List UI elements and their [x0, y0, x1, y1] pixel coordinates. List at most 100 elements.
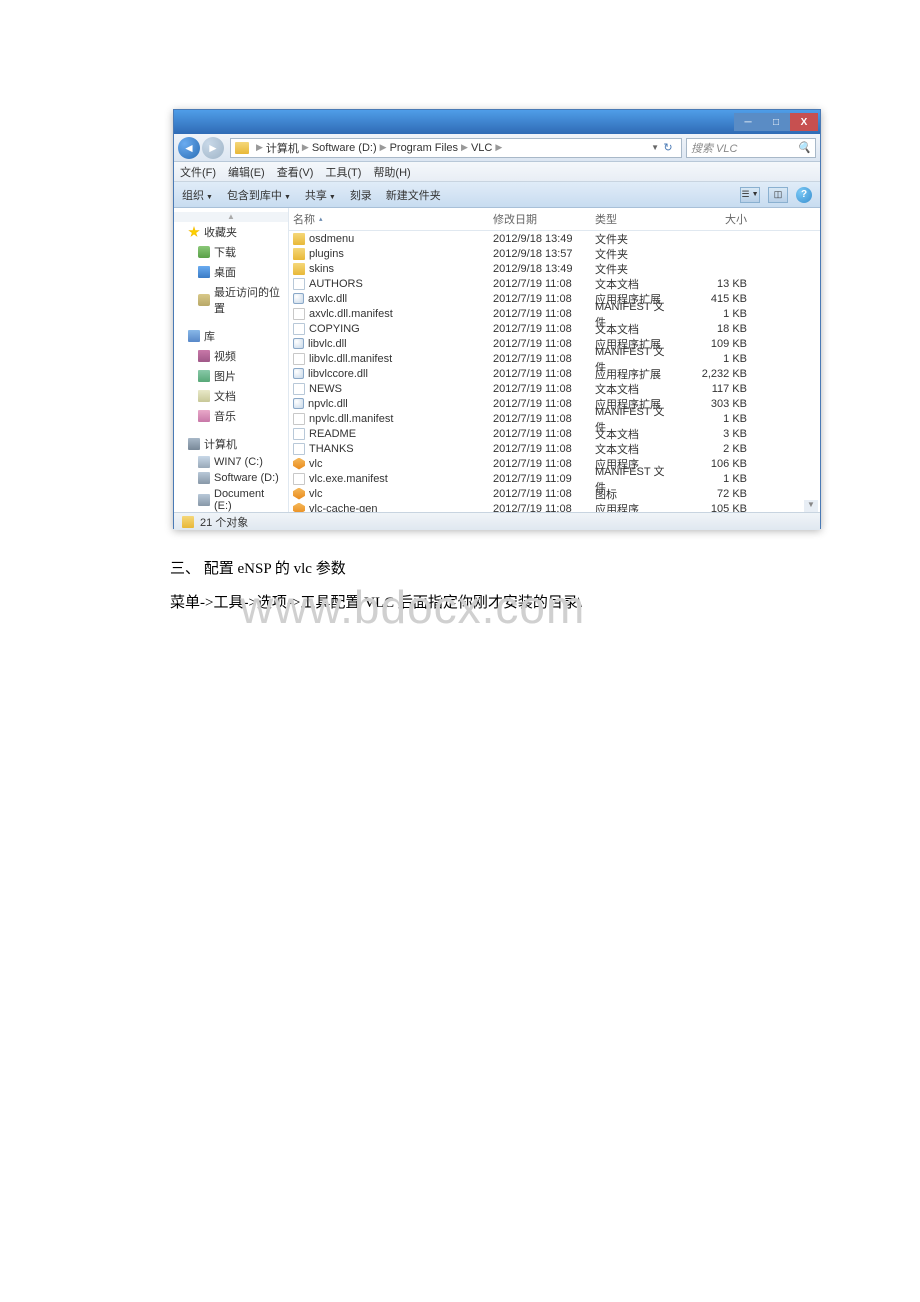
titlebar[interactable]: ─ □ X: [174, 110, 820, 134]
file-name: vlc: [309, 488, 322, 500]
file-row[interactable]: npvlc.dll.manifest2012/7/19 11:08MANIFES…: [289, 411, 820, 426]
sidebar-documents[interactable]: 文档: [174, 386, 288, 406]
file-row[interactable]: skins2012/9/18 13:49文件夹: [289, 261, 820, 276]
minimize-button[interactable]: ─: [734, 113, 762, 131]
file-icon: [293, 368, 304, 379]
file-type: 文件夹: [591, 231, 679, 247]
menu-file[interactable]: 文件(F): [180, 164, 216, 180]
search-placeholder: 搜索 VLC: [691, 140, 737, 156]
file-row[interactable]: libvlccore.dll2012/7/19 11:08应用程序扩展2,232…: [289, 366, 820, 381]
file-row[interactable]: vlc-cache-gen2012/7/19 11:08应用程序105 KB: [289, 501, 820, 512]
drive-icon: [198, 472, 210, 484]
statusbar: 21 个对象: [174, 512, 820, 530]
file-row[interactable]: NEWS2012/7/19 11:08文本文档117 KB: [289, 381, 820, 396]
sidebar-recent[interactable]: 最近访问的位置: [174, 282, 288, 318]
header-name[interactable]: 名称▴: [289, 211, 489, 227]
document-icon: [198, 390, 210, 402]
sidebar-downloads[interactable]: 下载: [174, 242, 288, 262]
forward-button[interactable]: ►: [202, 137, 224, 159]
file-size: 1 KB: [679, 353, 751, 365]
sidebar-videos[interactable]: 视频: [174, 346, 288, 366]
sidebar-desktop[interactable]: 桌面: [174, 262, 288, 282]
recent-icon: [198, 294, 210, 306]
library-icon: [188, 330, 200, 342]
file-icon: [293, 248, 305, 260]
organize-button[interactable]: 组织▼: [182, 187, 213, 203]
sidebar-libraries[interactable]: 库: [174, 326, 288, 346]
file-type: 文件夹: [591, 246, 679, 262]
file-size: 3 KB: [679, 428, 751, 440]
header-type[interactable]: 类型: [591, 211, 679, 227]
file-icon: [293, 443, 305, 455]
file-icon: [293, 413, 305, 425]
file-name: README: [309, 428, 356, 440]
sidebar-drive-c[interactable]: WIN7 (C:): [174, 454, 288, 470]
file-size: 106 KB: [679, 458, 751, 470]
scroll-down-icon[interactable]: ▼: [804, 500, 818, 512]
file-row[interactable]: axvlc.dll.manifest2012/7/19 11:08MANIFES…: [289, 306, 820, 321]
back-button[interactable]: ◄: [178, 137, 200, 159]
doc-heading: 三、 配置 eNSP 的 vlc 参数: [170, 557, 346, 578]
close-button[interactable]: X: [790, 113, 818, 131]
header-date[interactable]: 修改日期: [489, 211, 591, 227]
view-options-button[interactable]: ☰▼: [740, 187, 760, 203]
file-row[interactable]: libvlc.dll.manifest2012/7/19 11:08MANIFE…: [289, 351, 820, 366]
include-button[interactable]: 包含到库中▼: [227, 187, 291, 203]
search-input[interactable]: 搜索 VLC 🔍: [686, 138, 816, 158]
sort-indicator-icon: ▴: [319, 215, 323, 223]
file-icon: [293, 353, 305, 365]
file-row[interactable]: vlc.exe.manifest2012/7/19 11:09MANIFEST …: [289, 471, 820, 486]
breadcrumb[interactable]: ▶ 计算机 ▶ Software (D:) ▶ Program Files ▶ …: [230, 138, 682, 158]
file-size: 13 KB: [679, 278, 751, 290]
file-date: 2012/9/18 13:49: [489, 233, 591, 245]
menu-help[interactable]: 帮助(H): [373, 164, 410, 180]
maximize-button[interactable]: □: [762, 113, 790, 131]
file-date: 2012/7/19 11:08: [489, 428, 591, 440]
breadcrumb-item[interactable]: 计算机: [266, 140, 299, 156]
search-icon: 🔍: [797, 141, 811, 154]
breadcrumb-item[interactable]: VLC: [471, 142, 492, 154]
breadcrumb-item[interactable]: Program Files: [390, 142, 458, 154]
file-row[interactable]: npvlc.dll2012/7/19 11:08应用程序扩展303 KB: [289, 396, 820, 411]
file-icon: [293, 473, 305, 485]
file-size: 303 KB: [679, 398, 751, 410]
file-row[interactable]: README2012/7/19 11:08文本文档3 KB: [289, 426, 820, 441]
share-button[interactable]: 共享▼: [305, 187, 336, 203]
header-size[interactable]: 大小: [679, 211, 751, 227]
chevron-down-icon[interactable]: ▼: [651, 143, 659, 152]
file-row[interactable]: plugins2012/9/18 13:57文件夹: [289, 246, 820, 261]
newfolder-button[interactable]: 新建文件夹: [386, 187, 441, 203]
file-row[interactable]: axvlc.dll2012/7/19 11:08应用程序扩展415 KB: [289, 291, 820, 306]
file-row[interactable]: COPYING2012/7/19 11:08文本文档18 KB: [289, 321, 820, 336]
file-row[interactable]: libvlc.dll2012/7/19 11:08应用程序扩展109 KB: [289, 336, 820, 351]
sidebar-pictures[interactable]: 图片: [174, 366, 288, 386]
file-type: 文件夹: [591, 261, 679, 277]
file-icon: [293, 383, 305, 395]
sidebar-computer[interactable]: 计算机: [174, 434, 288, 454]
help-icon[interactable]: ?: [796, 187, 812, 203]
download-icon: [198, 246, 210, 258]
chevron-right-icon: ▶: [495, 142, 502, 153]
scroll-up-icon[interactable]: ▲: [174, 212, 288, 222]
refresh-icon[interactable]: ↻: [659, 139, 677, 157]
menu-edit[interactable]: 编辑(E): [228, 164, 265, 180]
file-row[interactable]: vlc2012/7/19 11:08应用程序106 KB: [289, 456, 820, 471]
burn-button[interactable]: 刻录: [350, 187, 372, 203]
file-row[interactable]: AUTHORS2012/7/19 11:08文本文档13 KB: [289, 276, 820, 291]
file-date: 2012/7/19 11:08: [489, 368, 591, 380]
sidebar-drive-e[interactable]: Document (E:): [174, 486, 288, 512]
file-name: vlc-cache-gen: [309, 503, 377, 513]
file-row[interactable]: vlc2012/7/19 11:08图标72 KB: [289, 486, 820, 501]
sidebar-favorites[interactable]: 收藏夹: [174, 222, 288, 242]
menu-view[interactable]: 查看(V): [277, 164, 314, 180]
file-row[interactable]: THANKS2012/7/19 11:08文本文档2 KB: [289, 441, 820, 456]
chevron-right-icon: ▶: [302, 142, 309, 153]
breadcrumb-item[interactable]: Software (D:): [312, 142, 377, 154]
sidebar-drive-d[interactable]: Software (D:): [174, 470, 288, 486]
status-text: 21 个对象: [200, 514, 248, 530]
file-row[interactable]: osdmenu2012/9/18 13:49文件夹: [289, 231, 820, 246]
file-name: THANKS: [309, 443, 354, 455]
sidebar-music[interactable]: 音乐: [174, 406, 288, 426]
preview-pane-button[interactable]: ◫: [768, 187, 788, 203]
menu-tools[interactable]: 工具(T): [325, 164, 361, 180]
